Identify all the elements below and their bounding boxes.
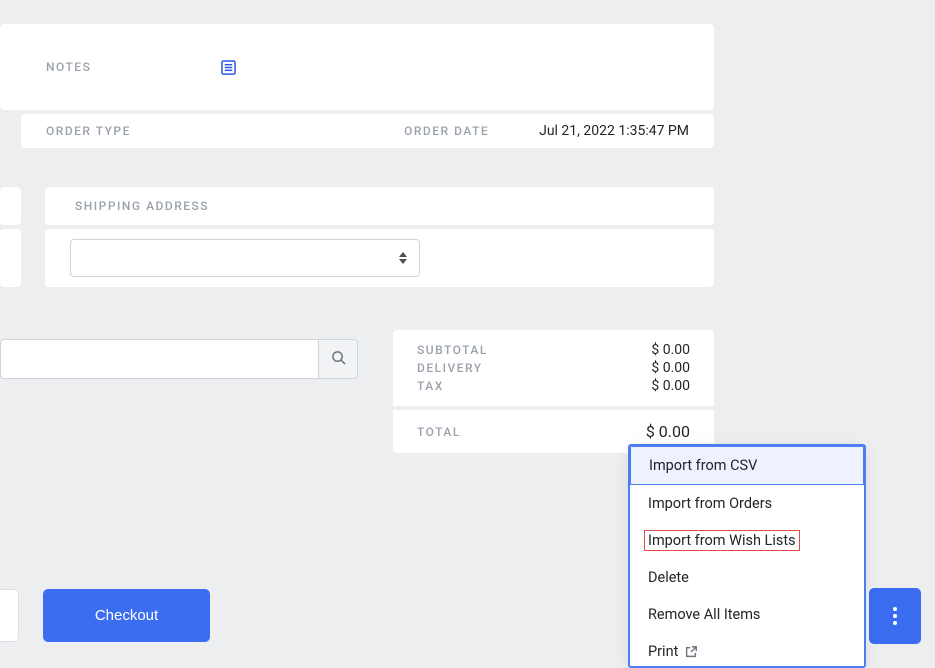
menu-item-print[interactable]: Print — [630, 633, 864, 666]
more-actions-button[interactable] — [869, 588, 921, 644]
summary-row-tax: TAX $ 0.00 — [417, 378, 690, 394]
order-date-label: ORDER DATE — [404, 124, 489, 138]
menu-item-delete[interactable]: Delete — [630, 559, 864, 596]
menu-item-import-wishlists[interactable]: Import from Wish Lists — [630, 522, 864, 559]
left-fragment-card-1 — [0, 187, 21, 225]
search-button[interactable] — [318, 339, 358, 379]
shipping-address-label: SHIPPING ADDRESS — [75, 199, 209, 213]
menu-item-import-csv[interactable]: Import from CSV — [630, 446, 864, 485]
address-select[interactable] — [71, 240, 419, 276]
notes-icon[interactable] — [221, 60, 236, 75]
menu-item-remove-all[interactable]: Remove All Items — [630, 596, 864, 633]
notes-card: NOTES — [0, 24, 714, 110]
external-link-icon — [684, 645, 698, 659]
address-select-card — [45, 229, 714, 287]
order-info-bar: ORDER TYPE ORDER DATE Jul 21, 2022 1:35:… — [21, 114, 714, 148]
delivery-value: $ 0.00 — [651, 360, 690, 376]
search-input[interactable] — [0, 339, 318, 379]
actions-menu: Import from CSV Import from Orders Impor… — [628, 444, 866, 668]
checkout-button-label: Checkout — [95, 607, 158, 624]
search-icon — [331, 350, 346, 368]
search-wrap — [0, 339, 358, 379]
menu-item-label: Delete — [648, 569, 689, 586]
summary-top: SUBTOTAL $ 0.00 DELIVERY $ 0.00 TAX $ 0.… — [393, 330, 714, 406]
summary-row-delivery: DELIVERY $ 0.00 — [417, 360, 690, 376]
left-fragment-card-2 — [0, 229, 21, 287]
menu-item-import-orders[interactable]: Import from Orders — [630, 485, 864, 522]
left-button-fragment[interactable] — [0, 589, 19, 642]
order-summary: SUBTOTAL $ 0.00 DELIVERY $ 0.00 TAX $ 0.… — [393, 330, 714, 453]
address-select-wrap — [70, 239, 420, 277]
total-label: TOTAL — [417, 425, 461, 439]
menu-item-label: Import from CSV — [649, 457, 757, 474]
tax-label: TAX — [417, 379, 444, 393]
notes-label: NOTES — [46, 60, 91, 74]
menu-item-label: Import from Wish Lists — [644, 530, 800, 551]
shipping-address-card: SHIPPING ADDRESS — [45, 187, 714, 225]
menu-item-label: Print — [648, 643, 678, 660]
menu-item-label: Remove All Items — [648, 606, 760, 623]
order-type-label: ORDER TYPE — [46, 124, 131, 138]
kebab-icon — [893, 607, 897, 625]
summary-row-subtotal: SUBTOTAL $ 0.00 — [417, 342, 690, 358]
delivery-label: DELIVERY — [417, 361, 483, 375]
menu-item-label: Import from Orders — [648, 495, 772, 512]
total-value: $ 0.00 — [646, 422, 690, 441]
order-date-value: Jul 21, 2022 1:35:47 PM — [539, 123, 689, 139]
checkout-button[interactable]: Checkout — [43, 589, 210, 642]
tax-value: $ 0.00 — [651, 378, 690, 394]
subtotal-label: SUBTOTAL — [417, 343, 488, 357]
subtotal-value: $ 0.00 — [651, 342, 690, 358]
